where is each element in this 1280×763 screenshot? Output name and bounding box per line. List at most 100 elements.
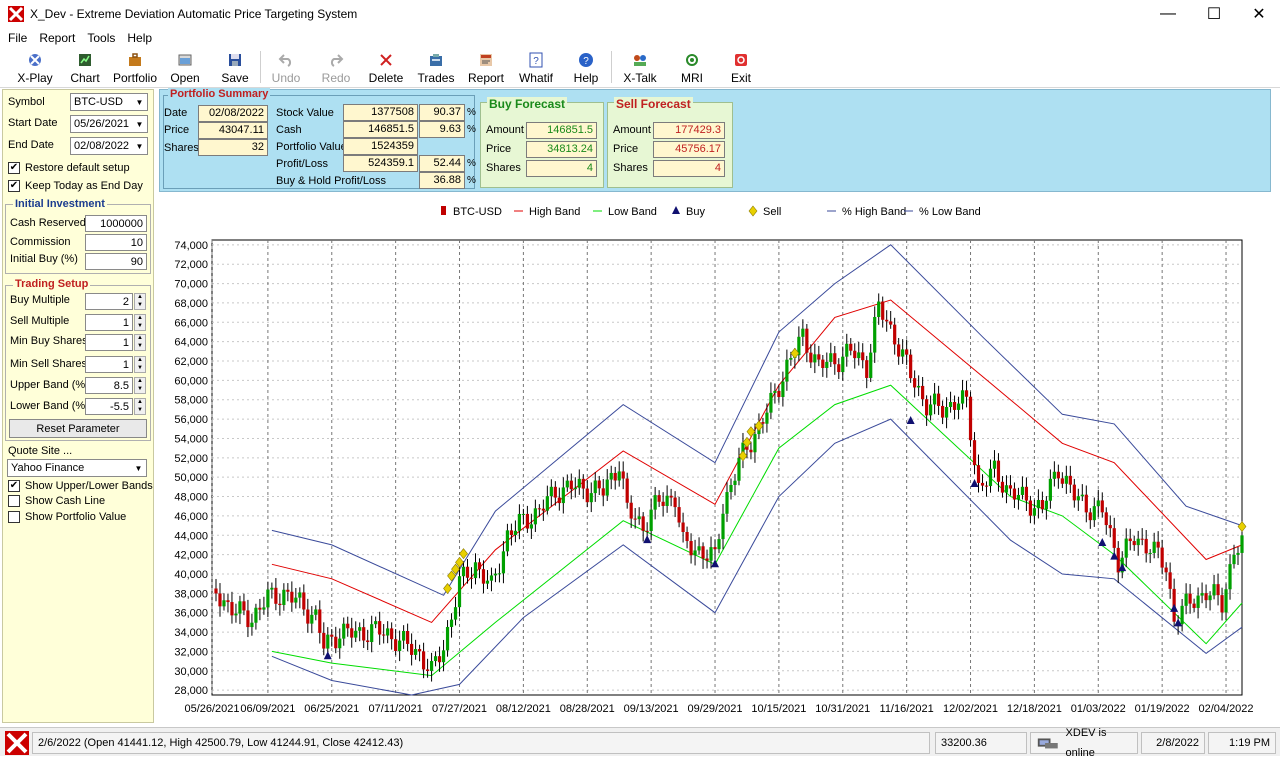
candle-body xyxy=(366,640,370,643)
min-sell-shares-label: Min Sell Shares xyxy=(10,358,88,370)
buy-multiple-spinner[interactable]: ▲ ▼ xyxy=(134,293,146,310)
maximize-button[interactable]: ☐ xyxy=(1191,0,1237,28)
show-cash-label: Show Cash Line xyxy=(25,495,106,507)
candle-body xyxy=(322,632,326,649)
toolbar-save-button[interactable]: Save xyxy=(210,48,260,86)
menu-tools[interactable]: Tools xyxy=(81,28,121,48)
price-label: Price xyxy=(164,124,190,136)
sell-multiple-spinner[interactable]: ▲ ▼ xyxy=(134,314,146,331)
toolbar-x-talk-button[interactable]: X-Talk xyxy=(612,48,668,86)
candle-body xyxy=(681,522,685,533)
show-cash-checkbox[interactable]: Show Cash Line xyxy=(8,495,105,507)
y-tick-label: 58,000 xyxy=(174,395,208,407)
quote-site-select[interactable]: Yahoo Finance ▼ xyxy=(7,459,147,477)
minimize-button[interactable]: — xyxy=(1145,0,1191,28)
toolbar-chart-button[interactable]: Chart xyxy=(60,48,110,86)
candle-body xyxy=(477,562,482,570)
restore-default-checkbox[interactable]: ✔ Restore default setup xyxy=(8,162,130,174)
menu-report[interactable]: Report xyxy=(33,28,81,48)
upper-band-input[interactable]: 8.5 xyxy=(85,377,133,394)
candle-body xyxy=(709,547,713,561)
candle-body xyxy=(1080,494,1084,497)
show-portfolio-label: Show Portfolio Value xyxy=(25,511,127,523)
candle-body xyxy=(833,353,837,365)
lower-band-input[interactable]: -5.5 xyxy=(85,398,133,415)
min-buy-shares-spinner[interactable]: ▲ ▼ xyxy=(134,334,146,351)
candle-body xyxy=(290,591,294,603)
reset-parameter-button[interactable]: Reset Parameter xyxy=(9,419,147,438)
toolbar-label: X-Play xyxy=(17,71,53,85)
toolbar-trades-button[interactable]: Trades xyxy=(411,48,461,86)
min-sell-shares-input[interactable]: 1 xyxy=(85,356,133,373)
date-label: Date xyxy=(164,107,188,119)
trading-setup-title: Trading Setup xyxy=(13,278,91,290)
candle-body xyxy=(585,488,589,503)
toolbar-open-button[interactable]: Open xyxy=(160,48,210,86)
end-date-picker[interactable]: 02/08/2022 ▼ xyxy=(70,137,148,155)
cash-reserved-input[interactable]: 1000000 xyxy=(85,215,147,232)
toolbar-whatif-button[interactable]: ? Whatif xyxy=(511,48,561,86)
toolbar-undo-button[interactable]: Undo xyxy=(261,48,311,86)
initial-buy-input[interactable]: 90 xyxy=(85,253,147,270)
y-tick-label: 36,000 xyxy=(174,608,208,620)
sell-forecast-panel: Sell Forecast Amount 177429.3 Price 4575… xyxy=(607,97,733,188)
menu-file[interactable]: File xyxy=(2,28,33,48)
candle-body xyxy=(453,607,458,620)
toolbar-portfolio-button[interactable]: Portfolio xyxy=(110,48,160,86)
buy-multiple-input[interactable]: 2 xyxy=(85,293,133,310)
candle-body xyxy=(1000,481,1005,493)
menu-help[interactable]: Help xyxy=(121,28,158,48)
show-bands-checkbox[interactable]: ✔ Show Upper/Lower Bands xyxy=(8,480,153,492)
symbol-select[interactable]: BTC-USD ▼ xyxy=(70,93,148,111)
sell-amount-value: 177429.3 xyxy=(653,122,725,139)
toolbar-report-button[interactable]: Report xyxy=(461,48,511,86)
profit-loss-pct: 52.44 xyxy=(419,155,465,172)
candle-body xyxy=(669,495,673,498)
chevron-down-icon: ▼ xyxy=(135,141,144,151)
start-date-picker[interactable]: 05/26/2021 ▼ xyxy=(70,115,148,133)
candle-body xyxy=(697,546,701,551)
candle-body xyxy=(589,493,593,503)
candle-body xyxy=(1052,471,1056,479)
min-sell-shares-spinner[interactable]: ▲ ▼ xyxy=(134,356,146,373)
candle-body xyxy=(749,449,753,453)
sell-multiple-input[interactable]: 1 xyxy=(85,314,133,331)
candle-body xyxy=(557,497,561,504)
candle-body xyxy=(1156,541,1160,548)
candle-body xyxy=(1076,496,1080,501)
candle-body xyxy=(621,471,625,479)
candle-body xyxy=(761,422,765,424)
y-tick-label: 60,000 xyxy=(174,375,208,387)
profit-loss-value: 524359.1 xyxy=(343,155,418,172)
candle-body xyxy=(976,465,981,483)
price-chart[interactable]: 74,000 72,000 70,000 68,000 66,000 64,000 62,0… xyxy=(159,193,1271,723)
checkbox-box xyxy=(8,511,20,523)
toolbar-x-play-button[interactable]: X-Play xyxy=(10,48,60,86)
x-tick-label: 01/03/2022 xyxy=(1071,703,1126,715)
candle-body xyxy=(218,593,222,607)
candle-body xyxy=(421,651,426,670)
toolbar-mri-button[interactable]: MRI xyxy=(668,48,716,86)
close-button[interactable]: ✕ xyxy=(1236,0,1280,28)
candle-body xyxy=(561,487,565,504)
candle-body xyxy=(541,508,545,511)
candle-body xyxy=(1100,500,1104,513)
upper-band-spinner[interactable]: ▲ ▼ xyxy=(134,377,146,394)
candle-body xyxy=(877,301,881,318)
toolbar-redo-button[interactable]: Redo xyxy=(311,48,361,86)
toolbar-exit-button[interactable]: Exit xyxy=(716,48,766,86)
keep-today-checkbox[interactable]: ✔ Keep Today as End Day xyxy=(8,180,143,192)
commission-input[interactable]: 10 xyxy=(85,234,147,251)
min-buy-shares-input[interactable]: 1 xyxy=(85,334,133,351)
candle-body xyxy=(214,588,218,594)
toolbar-delete-button[interactable]: Delete xyxy=(361,48,411,86)
candle-body xyxy=(853,350,857,359)
lower-band-spinner[interactable]: ▲ ▼ xyxy=(134,398,146,415)
candle-body xyxy=(873,317,877,353)
toolbar-label: Chart xyxy=(70,71,100,85)
show-portfolio-checkbox[interactable]: Show Portfolio Value xyxy=(8,511,126,523)
end-date-value: 02/08/2022 xyxy=(74,140,130,152)
candle-body xyxy=(1116,547,1120,573)
toolbar-help-button[interactable]: ? Help xyxy=(561,48,611,86)
y-tick-label: 32,000 xyxy=(174,646,208,658)
